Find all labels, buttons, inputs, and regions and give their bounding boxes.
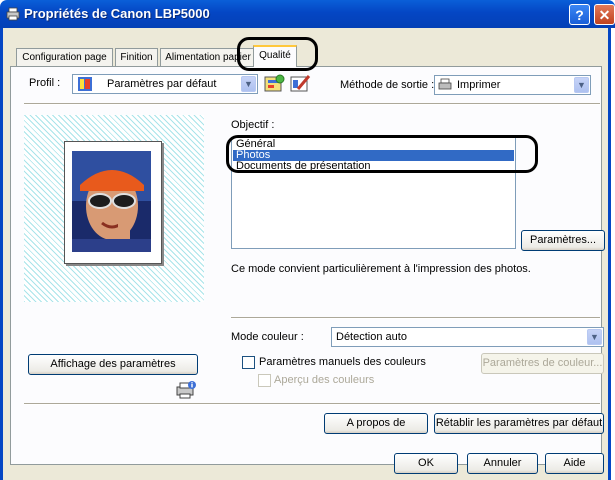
parameters-button[interactable]: Paramètres... — [521, 230, 605, 251]
color-mode-label: Mode couleur : — [231, 331, 304, 343]
printer-info-icon[interactable] — [175, 380, 197, 400]
tab-configuration-page[interactable]: Configuration page — [16, 48, 113, 66]
color-preview-checkbox[interactable] — [258, 374, 271, 387]
separator — [24, 403, 600, 405]
separator — [231, 317, 600, 319]
objective-label: Objectif : — [231, 119, 275, 131]
profile-value: Paramètres par défaut — [107, 78, 217, 90]
profile-icon — [78, 77, 92, 91]
edit-profile-icon[interactable] — [289, 73, 311, 95]
cancel-button[interactable]: Annuler — [467, 453, 538, 474]
profile-label: Profil : — [29, 77, 61, 89]
photo-preview — [72, 151, 151, 252]
color-preview-label: Aperçu des couleurs — [274, 374, 375, 386]
add-profile-icon[interactable] — [263, 73, 285, 95]
view-settings-button[interactable]: Affichage des paramètres — [28, 354, 198, 375]
help-button[interactable]: Aide — [545, 453, 604, 474]
color-mode-select[interactable]: Détection auto ▼ — [331, 327, 604, 347]
window-title: Propriétés de Canon LBP5000 — [24, 6, 210, 21]
mode-description: Ce mode convient particulièrement à l'im… — [231, 263, 531, 275]
manual-colors-label: Paramètres manuels des couleurs — [259, 356, 426, 368]
chevron-down-icon[interactable]: ▼ — [574, 77, 589, 93]
output-method-label: Méthode de sortie : — [340, 79, 435, 91]
restore-defaults-button[interactable]: Rétablir les paramètres par défaut — [434, 413, 604, 434]
color-parameters-button[interactable]: Paramètres de couleur... — [481, 353, 604, 374]
chevron-down-icon[interactable]: ▼ — [587, 329, 602, 345]
close-button[interactable]: ✕ — [594, 4, 615, 25]
about-button[interactable]: A propos de — [324, 413, 428, 434]
output-method-value: Imprimer — [457, 79, 501, 91]
color-mode-value: Détection auto — [336, 331, 407, 343]
printer-icon — [6, 7, 20, 21]
highlight-photos-item — [226, 135, 538, 173]
separator — [24, 103, 600, 105]
ok-button[interactable]: OK — [394, 453, 458, 474]
help-title-button[interactable]: ? — [569, 4, 590, 25]
highlight-qualite-tab — [237, 37, 318, 71]
manual-colors-checkbox[interactable] — [242, 356, 255, 369]
output-method-select[interactable]: Imprimer ▼ — [434, 75, 591, 95]
profile-select[interactable]: Paramètres par défaut ▼ — [72, 74, 258, 94]
tab-finition[interactable]: Finition — [115, 48, 158, 66]
chevron-down-icon[interactable]: ▼ — [241, 76, 256, 92]
output-printer-icon — [438, 78, 452, 90]
